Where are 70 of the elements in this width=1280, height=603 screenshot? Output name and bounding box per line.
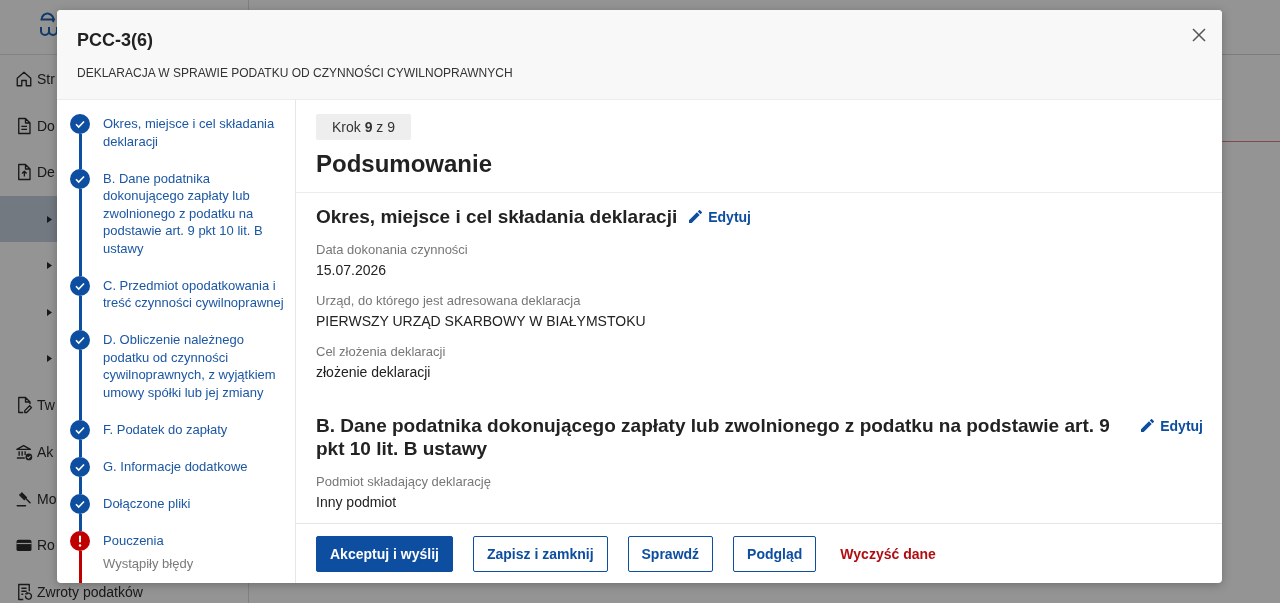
nav-link[interactable]: Ak: [15, 443, 54, 462]
bank-check-icon: [15, 443, 33, 462]
error-icon: [70, 530, 90, 551]
step-error-note: Wystąpiły błędy: [103, 555, 195, 573]
nav-link[interactable]: Zwroty podatków: [15, 582, 143, 601]
nav-link[interactable]: Do: [15, 116, 55, 135]
step-counter: Krok 9 z 9: [316, 114, 412, 140]
field-value: złożenie deklaracji: [316, 363, 432, 382]
primary-button[interactable]: Akceptuj i wyślij: [316, 535, 453, 572]
nav-link[interactable]: Str: [15, 70, 55, 89]
step-connector: [78, 550, 82, 583]
step-connector: [78, 134, 82, 169]
step-link[interactable]: F. Podatek do zapłaty: [103, 420, 289, 438]
pencil-icon: [689, 210, 703, 223]
check-icon: [70, 493, 90, 514]
step-link[interactable]: Pouczenia: [103, 531, 289, 549]
section-heading: B. Dane podatnika dokonującego zapłaty lub zwolnionego z podatku na podstawie art. 9 pkt 10 lit. B ustawy: [316, 414, 1111, 460]
field-value: Inny podmiot: [316, 493, 398, 512]
check-icon: [70, 456, 90, 477]
check-icon: [70, 330, 90, 350]
dialog-subtitle: DEKLARACJA W SPRAWIE PODATKU OD CZYNNOŚCI CYWILNOPRAWNYCH: [77, 65, 513, 81]
page-title: Podsumowanie: [316, 149, 494, 179]
text-button[interactable]: Wyczyść dane: [836, 535, 940, 572]
field-label: Data dokonania czynności: [316, 242, 469, 258]
step-link[interactable]: Dołączone pliki: [103, 494, 289, 512]
edit-link[interactable]: Edytuj: [689, 205, 751, 228]
step-link[interactable]: C. Przedmiot opodatkowania i treść czynności cywilnoprawnej: [103, 276, 289, 312]
nav-link[interactable]: De: [15, 163, 55, 182]
document-upload-icon: [15, 163, 33, 182]
check-icon: [70, 114, 90, 134]
logo-icon: [38, 11, 58, 37]
field-label: Podmiot składający deklarację: [316, 474, 492, 490]
caret-icon: [47, 308, 52, 316]
check-icon: [70, 419, 90, 440]
close-icon: [1192, 28, 1206, 42]
step-link[interactable]: D. Obliczenie należnego podatku od czynności cywilnoprawnych, z wyjątkiem umowy spółki lub jej zmiany: [103, 331, 289, 401]
check-icon: [70, 275, 90, 296]
nav-link[interactable]: Tw: [15, 396, 55, 415]
nav-link[interactable]: Ro: [15, 536, 55, 555]
field-value: 15.07.2026: [316, 261, 388, 280]
nav-link[interactable]: Mo: [15, 489, 57, 508]
step-link[interactable]: G. Informacje dodatkowe: [103, 457, 289, 475]
dialog-title: PCC-3(6): [77, 29, 154, 52]
edit-link[interactable]: Edytuj: [1141, 414, 1203, 437]
step-connector: [78, 439, 82, 457]
pencil-icon: [1141, 419, 1155, 432]
secondary-button[interactable]: Zapisz i zamknij: [472, 535, 608, 572]
home-icon: [15, 70, 33, 89]
secondary-button[interactable]: Sprawdź: [627, 535, 714, 572]
step-link[interactable]: B. Dane podatnika dokonującego zapłaty lub zwolnionego z podatku na podstawie art. 9 pkt 10 lit. B ustawy: [103, 169, 289, 257]
caret-icon: [47, 215, 52, 223]
step-connector: [78, 350, 82, 420]
caret-icon: [47, 262, 52, 270]
step-connector: [78, 513, 82, 531]
secondary-button[interactable]: Podgląd: [733, 535, 817, 572]
field-label: Urząd, do którego jest adresowana deklaracja: [316, 293, 582, 309]
caret-icon: [47, 355, 52, 363]
step-connector: [78, 476, 82, 494]
gavel-icon: [15, 489, 33, 508]
document-pen-icon: [15, 396, 33, 415]
step-link[interactable]: Okres, miejsce i cel składania deklaracji: [103, 115, 289, 150]
close-button[interactable]: [1192, 28, 1206, 42]
receipt-icon: [15, 582, 33, 601]
field-label: Cel złożenia deklaracji: [316, 344, 447, 360]
check-icon: [70, 168, 90, 189]
field-value: PIERWSZY URZĄD SKARBOWY W BIAŁYMSTOKU: [316, 312, 647, 331]
nav-subitem[interactable]: [0, 195, 57, 243]
section-heading: Okres, miejsce i cel składania deklaracji: [316, 205, 678, 228]
step-connector: [78, 295, 82, 330]
document-icon: [15, 116, 33, 135]
